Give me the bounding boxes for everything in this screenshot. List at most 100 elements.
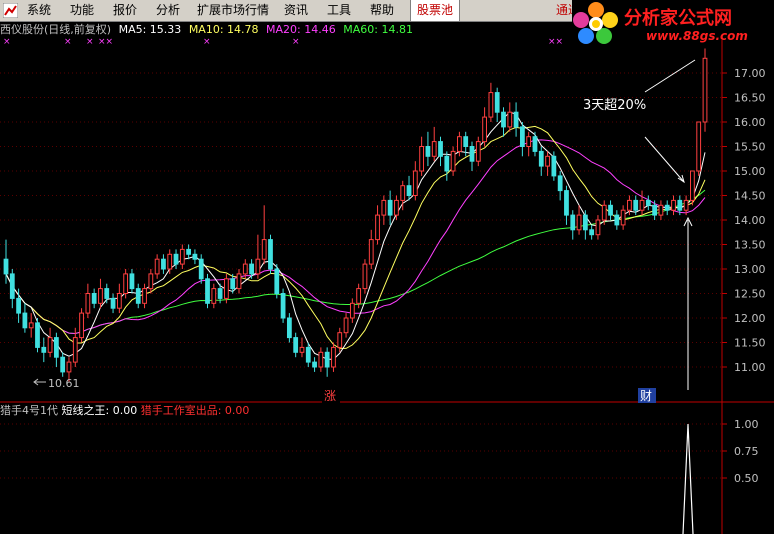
candle <box>224 273 229 304</box>
candle <box>362 259 368 294</box>
candle <box>47 327 53 358</box>
candle <box>488 82 494 122</box>
menu-quote[interactable]: 报价 <box>113 0 137 21</box>
candle <box>66 357 72 382</box>
candle <box>595 215 601 240</box>
callout-annotation: 3天超20% <box>583 59 696 390</box>
candle <box>469 141 475 171</box>
low-price-label: 10.61 <box>48 377 80 390</box>
candle <box>3 239 9 284</box>
candle <box>690 170 695 206</box>
candle <box>513 102 519 137</box>
moving-average-lines <box>5 111 706 360</box>
svg-text:×: × <box>3 37 11 47</box>
app-icon[interactable] <box>3 3 18 18</box>
candle <box>601 200 607 225</box>
candle <box>123 269 129 299</box>
candle <box>299 337 305 358</box>
candle <box>431 126 437 162</box>
candle <box>412 161 418 201</box>
candle <box>475 136 481 167</box>
candle <box>72 327 78 367</box>
candle <box>664 200 670 216</box>
candle <box>337 327 343 353</box>
price-grid <box>0 72 722 368</box>
candle <box>179 244 185 269</box>
y-tick-label: 14.00 <box>734 214 766 227</box>
candle <box>91 288 97 309</box>
candle <box>268 234 273 274</box>
candle <box>368 229 374 269</box>
candle <box>230 273 236 294</box>
svg-text:×: × <box>64 37 72 47</box>
candle <box>324 347 330 377</box>
ma60-line <box>5 189 706 335</box>
y-tick-label: 13.00 <box>734 263 766 276</box>
candle <box>501 107 506 137</box>
candle <box>400 180 406 211</box>
candle <box>494 87 500 122</box>
candle <box>167 249 173 274</box>
candle <box>312 357 317 372</box>
stock-chart[interactable]: 17.00 16.50 16.00 15.50 15.00 14.50 14.00 13.50… <box>0 0 774 534</box>
y-tick-label: 17.00 <box>734 67 766 80</box>
candle <box>129 269 135 294</box>
candle <box>444 151 450 181</box>
candle <box>116 283 122 314</box>
candle <box>110 293 116 314</box>
candle <box>142 283 147 309</box>
candle <box>343 313 349 338</box>
svg-text:涨: 涨 <box>324 388 336 403</box>
price-axis: 17.00 16.50 16.00 15.50 15.00 14.50 14.00 13.50… <box>722 67 766 374</box>
menu-extended-market[interactable]: 扩展市场行情 <box>197 0 269 21</box>
y-tick-label: 14.50 <box>734 190 766 203</box>
candle <box>16 288 21 323</box>
candle <box>519 122 525 157</box>
candle <box>28 313 34 338</box>
candle <box>576 205 582 235</box>
candle <box>545 151 550 176</box>
y-tick-label: 12.00 <box>734 312 766 325</box>
menu-news[interactable]: 资讯 <box>284 0 308 21</box>
candle <box>557 171 563 201</box>
svg-text:财: 财 <box>640 389 652 403</box>
candle <box>53 332 59 367</box>
candle <box>507 102 513 132</box>
menu-system[interactable]: 系统 <box>27 0 51 21</box>
candle <box>135 283 141 309</box>
candle <box>9 269 15 309</box>
candle <box>677 195 683 216</box>
candle <box>198 254 204 284</box>
candle <box>293 332 299 358</box>
ma20-line <box>5 139 706 335</box>
indicator-axis: 1.00 0.75 0.50 <box>0 418 759 485</box>
candle <box>148 269 154 294</box>
svg-text:×: × <box>86 37 94 47</box>
candle <box>217 283 223 304</box>
candle <box>570 210 576 240</box>
menu-function[interactable]: 功能 <box>70 0 94 21</box>
ind-y-tick-label: 0.75 <box>734 445 759 458</box>
candle <box>280 288 286 323</box>
menu-tools[interactable]: 工具 <box>327 0 351 21</box>
y-tick-label: 13.50 <box>734 239 766 252</box>
candle <box>60 352 66 377</box>
candle <box>532 131 538 157</box>
y-tick-label: 15.50 <box>734 141 766 154</box>
candle <box>551 151 557 181</box>
svg-text:×: × <box>292 37 300 47</box>
candle <box>696 121 702 176</box>
candle <box>104 283 110 304</box>
candle <box>620 205 626 230</box>
candle <box>211 283 217 309</box>
candle <box>482 107 487 147</box>
candle <box>286 313 292 343</box>
candle <box>261 205 267 265</box>
candle <box>186 244 192 260</box>
menu-analysis[interactable]: 分析 <box>156 0 180 21</box>
candle <box>79 308 84 343</box>
candle <box>154 254 160 279</box>
menu-stock-pool[interactable]: 股票池 <box>410 0 461 21</box>
ma20-value: MA20: 14.46 <box>266 23 336 36</box>
menu-help[interactable]: 帮助 <box>370 0 394 21</box>
